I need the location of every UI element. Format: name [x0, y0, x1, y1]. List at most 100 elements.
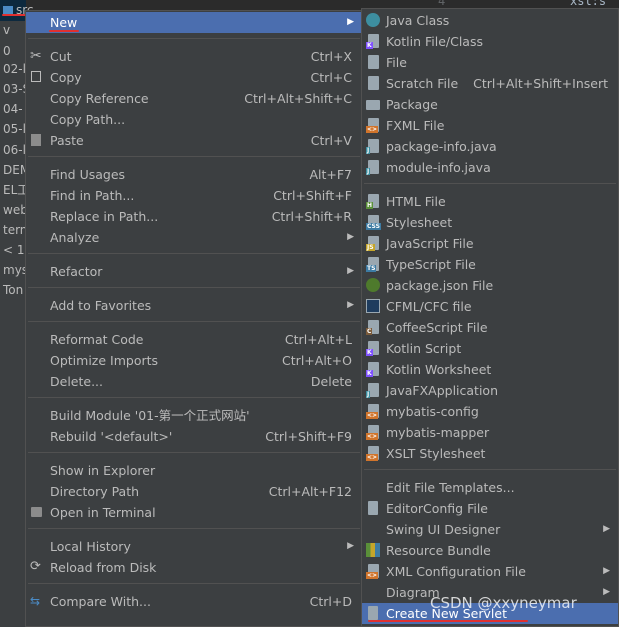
package-icon	[366, 100, 380, 110]
compare-icon: ⇆	[30, 594, 41, 608]
menu-item-delete[interactable]: Delete... Delete	[26, 371, 362, 392]
fxml-file-icon	[366, 118, 379, 133]
menu-separator	[28, 287, 360, 288]
kotlin-script-icon	[366, 341, 379, 356]
servlet-icon	[368, 606, 378, 620]
menu-item-rebuild[interactable]: Rebuild '<default>' Ctrl+Shift+F9	[26, 426, 362, 447]
tree-item[interactable]: src	[0, 0, 34, 21]
menu-item-cfml-file[interactable]: CFML/CFC file	[362, 296, 618, 317]
menu-item-diagram[interactable]: Diagram ▶	[362, 582, 618, 603]
menu-item-build-module[interactable]: Build Module '01-第一个正式网站'	[26, 405, 362, 426]
menu-item-xml-configuration-file[interactable]: XML Configuration File▶	[362, 561, 618, 582]
copy-icon	[31, 71, 41, 82]
menu-item-module-info[interactable]: module-info.java	[362, 157, 618, 178]
css-file-icon	[366, 215, 381, 230]
tree-item[interactable]: 05-l	[3, 119, 26, 140]
submenu-arrow-icon: ▶	[603, 587, 610, 597]
menu-item-xslt-stylesheet[interactable]: XSLT Stylesheet	[362, 443, 618, 464]
context-menu: New ▶ ✂ Cut Ctrl+X Copy Ctrl+C Copy Referenc…	[25, 10, 363, 627]
menu-item-edit-file-templates[interactable]: Edit File Templates...	[362, 477, 618, 498]
menu-item-replace-in-path[interactable]: Replace in Path... Ctrl+Shift+R	[26, 206, 362, 227]
menu-item-mybatis-config[interactable]: mybatis-config	[362, 401, 618, 422]
tree-item[interactable]: < 1	[3, 240, 25, 261]
scratch-file-icon	[368, 76, 379, 90]
menu-separator	[364, 183, 616, 184]
menu-item-cut[interactable]: ✂ Cut Ctrl+X	[26, 46, 362, 67]
menu-item-copy-path[interactable]: Copy Path...	[26, 109, 362, 130]
coffeescript-file-icon	[366, 320, 379, 335]
java-file-icon	[366, 383, 379, 398]
xslt-file-icon	[366, 446, 379, 461]
menu-item-mybatis-mapper[interactable]: mybatis-mapper	[362, 422, 618, 443]
menu-item-file[interactable]: File	[362, 52, 618, 73]
cfml-file-icon	[366, 299, 380, 313]
menu-separator	[28, 321, 360, 322]
menu-item-find-in-path[interactable]: Find in Path... Ctrl+Shift+F	[26, 185, 362, 206]
editorconfig-icon	[368, 501, 378, 515]
resource-bundle-icon	[366, 543, 380, 557]
java-file-icon	[366, 139, 379, 154]
java-file-icon	[366, 160, 379, 175]
menu-item-add-to-favorites[interactable]: Add to Favorites ▶	[26, 295, 362, 316]
refresh-icon: ⟳	[30, 559, 41, 574]
xml-file-icon	[366, 564, 379, 579]
submenu-arrow-icon: ▶	[347, 232, 354, 242]
menu-item-paste[interactable]: Paste Ctrl+V	[26, 130, 362, 151]
menu-item-find-usages[interactable]: Find Usages Alt+F7	[26, 164, 362, 185]
tree-item[interactable]: 02-l	[3, 59, 26, 80]
menu-item-coffeescript-file[interactable]: CoffeeScript File	[362, 317, 618, 338]
menu-item-copy-reference[interactable]: Copy Reference Ctrl+Alt+Shift+C	[26, 88, 362, 109]
folder-icon	[3, 6, 13, 14]
new-submenu: Java Class Kotlin File/Class File Scratc…	[361, 8, 619, 627]
menu-item-analyze[interactable]: Analyze ▶	[26, 227, 362, 248]
menu-item-copy[interactable]: Copy Ctrl+C	[26, 67, 362, 88]
menu-separator	[28, 528, 360, 529]
tree-item[interactable]: Ton	[3, 280, 23, 301]
menu-item-compare-with[interactable]: ⇆ Compare With... Ctrl+D	[26, 591, 362, 612]
menu-item-scratch-file[interactable]: Scratch File Ctrl+Alt+Shift+Insert	[362, 73, 618, 94]
nodejs-icon	[366, 278, 380, 292]
menu-item-reformat-code[interactable]: Reformat Code Ctrl+Alt+L	[26, 329, 362, 350]
tree-item[interactable]: 06-l	[3, 140, 26, 161]
menu-item-kotlin-file-class[interactable]: Kotlin File/Class	[362, 31, 618, 52]
menu-separator	[28, 38, 360, 39]
menu-item-kotlin-worksheet[interactable]: Kotlin Worksheet	[362, 359, 618, 380]
tree-item[interactable]: v	[3, 20, 10, 41]
menu-item-reload-from-disk[interactable]: ⟳ Reload from Disk	[26, 557, 362, 578]
menu-item-editorconfig-file[interactable]: EditorConfig File	[362, 498, 618, 519]
menu-item-stylesheet[interactable]: Stylesheet	[362, 212, 618, 233]
menu-item-refactor[interactable]: Refactor ▶	[26, 261, 362, 282]
project-tree: src v 0 02-l 03-S 04- 05-l 06-l DEM EL工 …	[0, 0, 35, 627]
menu-item-typescript-file[interactable]: TypeScript File	[362, 254, 618, 275]
paste-icon	[31, 134, 41, 146]
terminal-icon	[31, 507, 42, 517]
menu-separator	[364, 469, 616, 470]
tree-item[interactable]: 04-	[3, 99, 23, 120]
menu-item-html-file[interactable]: HTML File	[362, 191, 618, 212]
html-file-icon	[366, 194, 379, 209]
menu-separator	[28, 253, 360, 254]
menu-item-package-json[interactable]: package.json File	[362, 275, 618, 296]
submenu-arrow-icon: ▶	[603, 566, 610, 576]
menu-item-resource-bundle[interactable]: Resource Bundle	[362, 540, 618, 561]
menu-item-javascript-file[interactable]: JavaScript File	[362, 233, 618, 254]
xml-file-icon	[366, 425, 379, 440]
code-text: xsl:s	[570, 0, 607, 8]
menu-item-fxml-file[interactable]: FXML File	[362, 115, 618, 136]
menu-item-javafx-application[interactable]: JavaFXApplication	[362, 380, 618, 401]
menu-item-directory-path[interactable]: Directory Path Ctrl+Alt+F12	[26, 481, 362, 502]
menu-item-package[interactable]: Package	[362, 94, 618, 115]
menu-item-package-info[interactable]: package-info.java	[362, 136, 618, 157]
scissors-icon: ✂	[30, 48, 42, 64]
menu-item-kotlin-script[interactable]: Kotlin Script	[362, 338, 618, 359]
xml-file-icon	[366, 404, 379, 419]
menu-item-swing-ui-designer[interactable]: Swing UI Designer ▶	[362, 519, 618, 540]
menu-item-optimize-imports[interactable]: Optimize Imports Ctrl+Alt+O	[26, 350, 362, 371]
typescript-file-icon	[366, 257, 379, 272]
menu-item-open-in-terminal[interactable]: Open in Terminal	[26, 502, 362, 523]
line-number: 4	[438, 0, 446, 8]
menu-item-local-history[interactable]: Local History ▶	[26, 536, 362, 557]
kotlin-worksheet-icon	[366, 362, 379, 377]
menu-item-show-in-explorer[interactable]: Show in Explorer	[26, 460, 362, 481]
menu-item-java-class[interactable]: Java Class	[362, 10, 618, 31]
